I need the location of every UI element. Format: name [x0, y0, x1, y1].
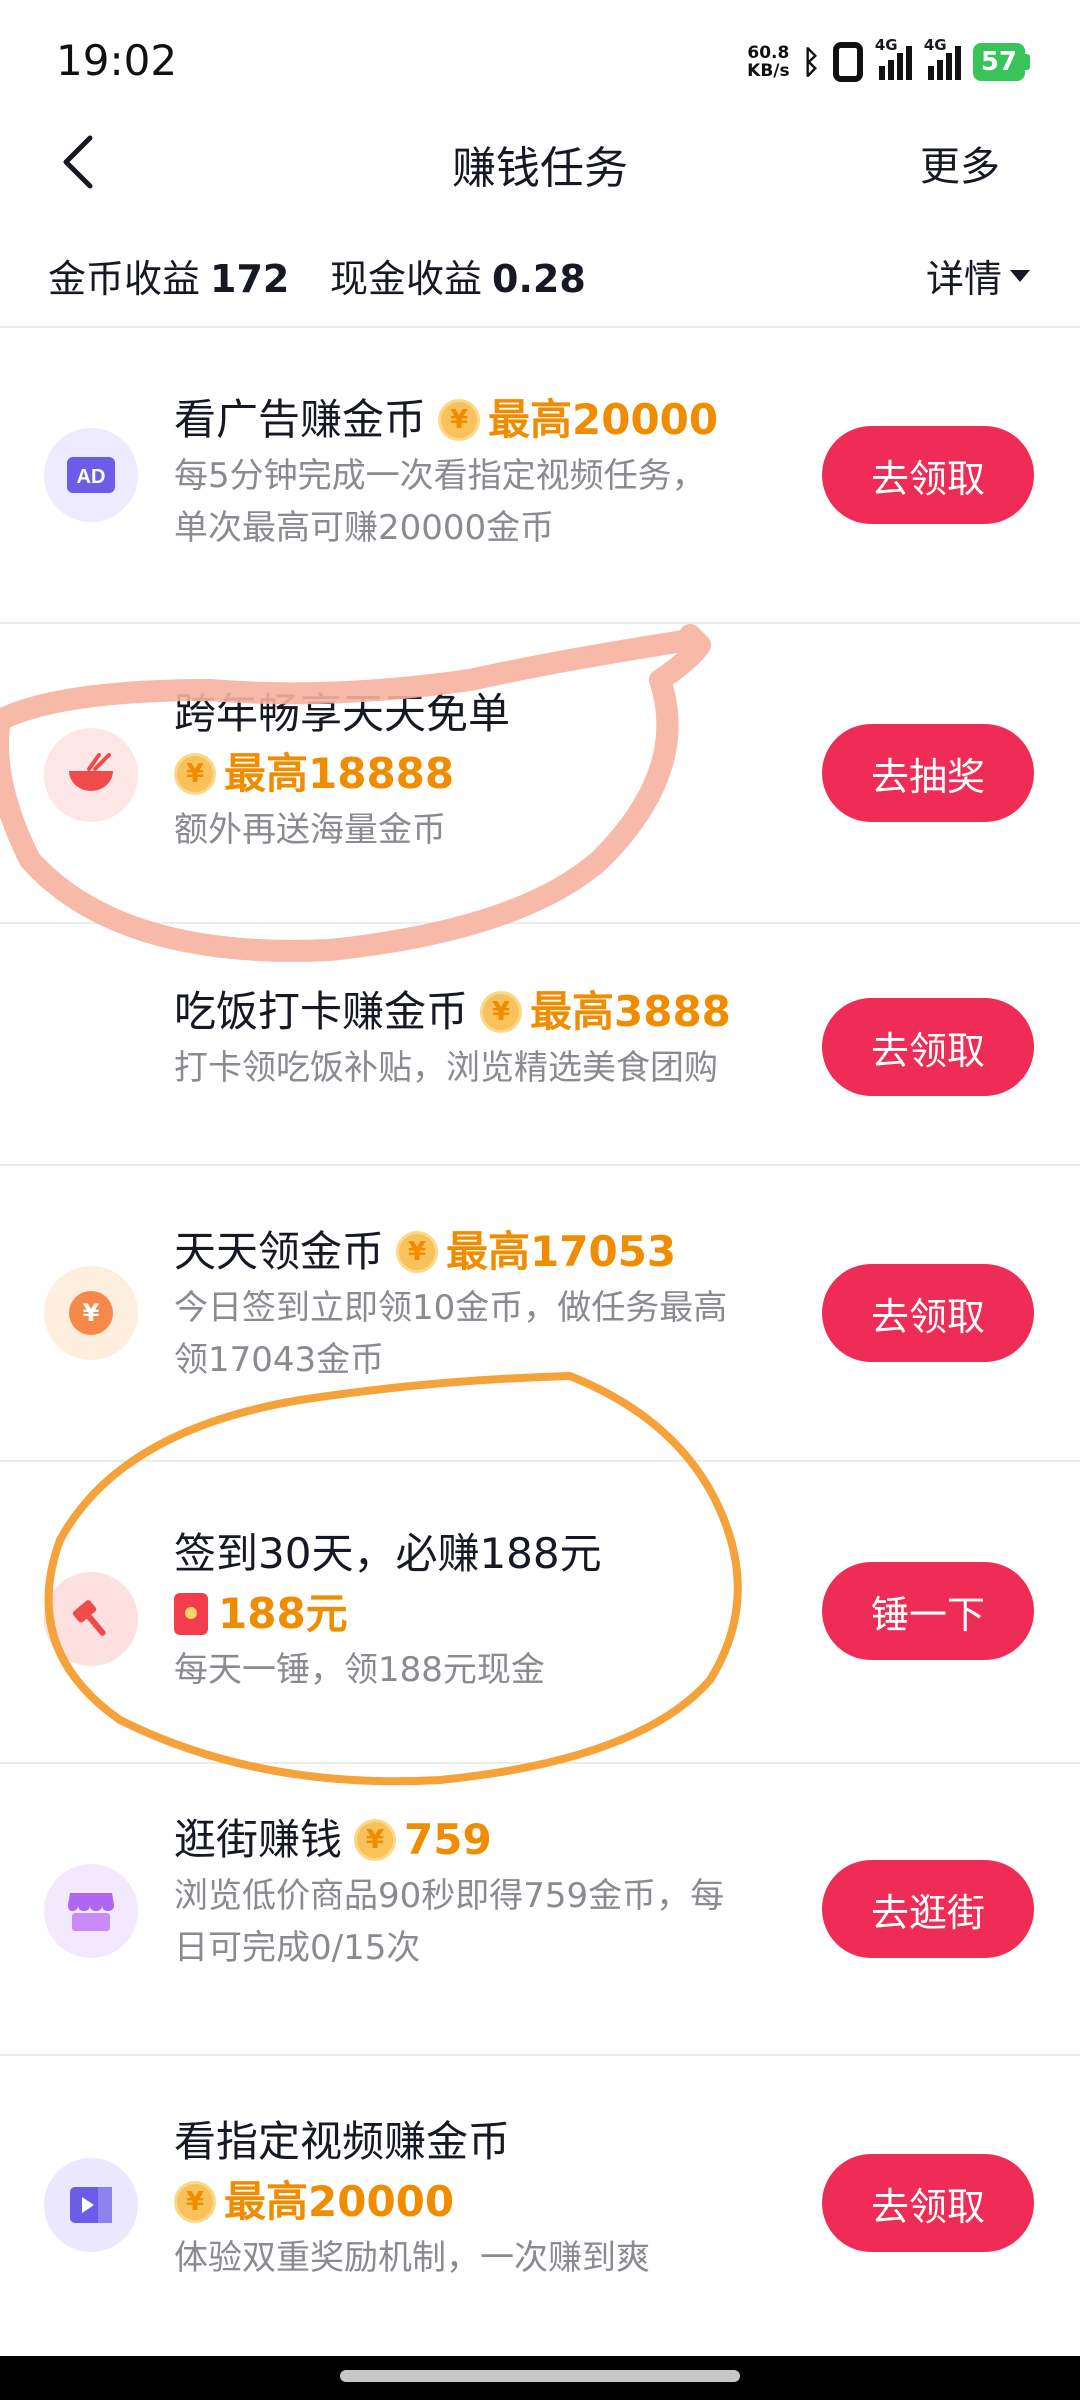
task-row-signin-30: 签到30天，必赚188元 188元 每天一锤，领188元现金 锤一下 [0, 1460, 1080, 1762]
task-title: 签到30天，必赚188元 [174, 1529, 602, 1578]
task-row-shopping: 逛街赚钱 ¥ 759 浏览低价商品90秒即得759金币，每 日可完成0/15次 … [0, 1762, 1080, 2054]
hammer-button[interactable]: 锤一下 [822, 1562, 1034, 1660]
task-reward: 最高20000 [224, 2177, 455, 2226]
status-time: 19:02 [56, 36, 178, 85]
top-nav-bar: 赚钱任务 更多 [0, 120, 1080, 200]
coin-earnings-label: 金币收益 [48, 257, 201, 301]
yen-symbol: ¥ [69, 1291, 113, 1335]
net-speed-value: 60.8 [747, 43, 790, 63]
task-desc: 浏览低价商品90秒即得759金币，每 [174, 1876, 725, 1916]
task-reward: 最高3888 [530, 987, 731, 1036]
task-body: 看指定视频赚金币 ¥ 最高20000 体验双重奖励机制，一次赚到爽 [174, 2112, 800, 2284]
coin-icon: ¥ [396, 1231, 439, 1273]
red-packet-icon [174, 1593, 208, 1635]
vibrate-icon [832, 42, 863, 82]
task-title: 看广告赚金币 [174, 395, 427, 444]
task-title: 吃饭打卡赚金币 [174, 987, 469, 1036]
task-body: 看广告赚金币 ¥ 最高20000 每5分钟完成一次看指定视频任务， 单次最高可赚… [174, 390, 800, 554]
battery-level: 57 [972, 43, 1025, 81]
signal-icon: 4G [875, 36, 912, 80]
cash-earnings: 现金收益 0.28 [330, 248, 586, 303]
caret-down-icon [1010, 269, 1030, 282]
ad-icon-text: AD [77, 466, 106, 488]
home-indicator[interactable] [340, 2370, 740, 2382]
task-desc-2: 日可完成0/15次 [174, 1928, 421, 1968]
coin-icon: ¥ [480, 991, 523, 1033]
task-body: 逛街赚钱 ¥ 759 浏览低价商品90秒即得759金币，每 日可完成0/15次 [174, 1810, 800, 1974]
coin-icon: ¥ [174, 753, 216, 795]
task-reward: 最高17053 [446, 1227, 677, 1276]
claim-button[interactable]: 去领取 [822, 426, 1034, 524]
task-reward: 最高18888 [224, 749, 455, 798]
task-body: 签到30天，必赚188元 188元 每天一锤，领188元现金 [174, 1524, 800, 1696]
coin-icon: ¥ [438, 399, 481, 441]
earnings-summary: 金币收益 172 现金收益 0.28 详情 [0, 240, 1080, 310]
claim-button[interactable]: 去领取 [822, 1264, 1034, 1362]
details-dropdown[interactable]: 详情 [926, 248, 1030, 303]
task-desc: 体验双重奖励机制，一次赚到爽 [174, 2238, 650, 2278]
task-row-daily-coins: ¥ 天天领金币 ¥ 最高17053 今日签到立即领10金币，做任务最高 领170… [0, 1164, 1080, 1460]
bluetooth-icon: ᛒ [801, 43, 821, 81]
battery-icon: 57 [972, 43, 1030, 81]
network-type-label-2: 4G [923, 36, 947, 54]
coin-icon: ¥ [354, 1819, 397, 1861]
task-desc: 额外再送海量金币 [174, 810, 446, 850]
task-body: 天天领金币 ¥ 最高17053 今日签到立即领10金币，做任务最高 领17043… [174, 1222, 800, 1386]
signal-icon-2: 4G [924, 36, 961, 80]
task-title: 天天领金币 [174, 1227, 385, 1276]
page-title: 赚钱任务 [452, 143, 628, 194]
task-body: 吃饭打卡赚金币 ¥ 最高3888 打卡领吃饭补贴，浏览精选美食团购 [174, 982, 800, 1094]
ad-icon: AD [44, 428, 138, 522]
bowl-icon [44, 728, 138, 822]
task-row-ad: AD 看广告赚金币 ¥ 最高20000 每5分钟完成一次看指定视频任务， 单次最… [0, 326, 1080, 622]
coin-earnings: 金币收益 172 [48, 248, 289, 303]
task-title: 看指定视频赚金币 [174, 2117, 511, 2166]
details-label: 详情 [925, 257, 1002, 301]
more-button[interactable]: 更多 [920, 134, 1000, 192]
task-title: 逛街赚钱 [174, 1815, 343, 1864]
claim-button[interactable]: 去领取 [822, 2154, 1034, 2252]
status-icons: 60.8 KB/s ᛒ 4G 4G 57 [747, 36, 1030, 84]
shop-icon [44, 1864, 138, 1958]
hammer-icon [44, 1572, 138, 1666]
lottery-button[interactable]: 去抽奖 [822, 724, 1034, 822]
cash-earnings-label: 现金收益 [330, 257, 483, 301]
network-speed: 60.8 KB/s [747, 44, 789, 80]
task-desc-2: 单次最高可赚20000金币 [174, 508, 555, 548]
cash-earnings-value: 0.28 [492, 257, 586, 301]
video-icon [44, 2158, 138, 2252]
task-reward: 759 [404, 1815, 492, 1864]
task-reward: 188元 [218, 1589, 348, 1638]
task-title: 跨年畅享天天免单 [174, 689, 511, 738]
task-row-meal-checkin: 吃饭打卡赚金币 ¥ 最高3888 打卡领吃饭补贴，浏览精选美食团购 去领取 [0, 922, 1080, 1164]
task-desc: 每5分钟完成一次看指定视频任务， [174, 456, 706, 496]
task-row-video: 看指定视频赚金币 ¥ 最高20000 体验双重奖励机制，一次赚到爽 去领取 [0, 2054, 1080, 2354]
system-nav-bar [0, 2356, 1080, 2400]
shop-button[interactable]: 去逛街 [822, 1860, 1034, 1958]
status-bar: 19:02 60.8 KB/s ᛒ 4G 4G 57 [0, 0, 1080, 120]
task-desc: 今日签到立即领10金币，做任务最高 [174, 1288, 728, 1328]
task-reward: 最高20000 [488, 395, 719, 444]
task-list: AD 看广告赚金币 ¥ 最高20000 每5分钟完成一次看指定视频任务， 单次最… [0, 326, 1080, 2354]
net-speed-unit: KB/s [747, 61, 790, 81]
network-type-label: 4G [874, 36, 898, 54]
coin-earnings-value: 172 [210, 257, 290, 301]
yen-coin-icon: ¥ [44, 1266, 138, 1360]
task-row-free-order: 跨年畅享天天免单 ¥ 最高18888 额外再送海量金币 去抽奖 [0, 622, 1080, 922]
task-desc: 打卡领吃饭补贴，浏览精选美食团购 [174, 1048, 718, 1088]
task-desc-2: 领17043金币 [174, 1340, 385, 1380]
task-body: 跨年畅享天天免单 ¥ 最高18888 额外再送海量金币 [174, 684, 800, 856]
coin-icon: ¥ [174, 2181, 216, 2223]
claim-button[interactable]: 去领取 [822, 998, 1034, 1096]
task-desc: 每天一锤，领188元现金 [174, 1650, 545, 1690]
